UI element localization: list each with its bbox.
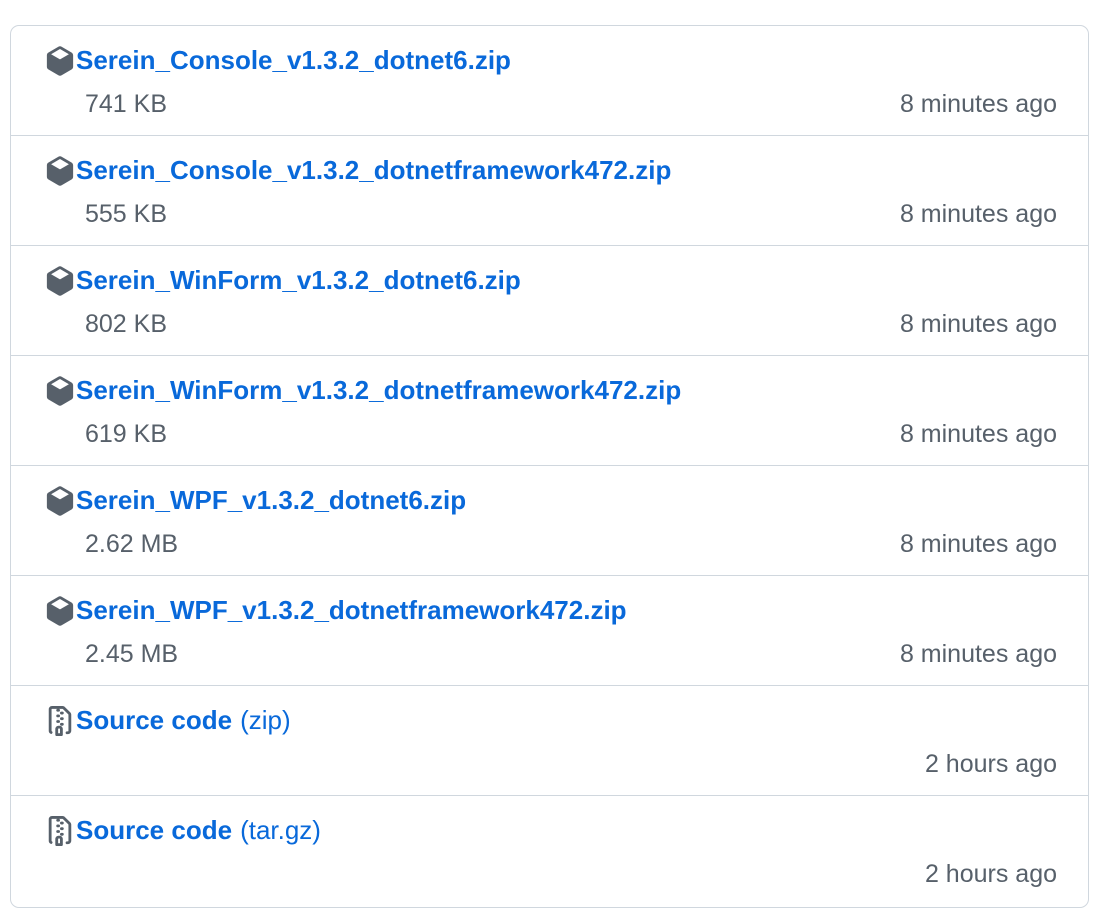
- source-code-zip-link[interactable]: Source code (zip): [45, 705, 291, 736]
- asset-row: Source code (zip) 2 hours ago: [11, 686, 1088, 796]
- asset-name[interactable]: Serein_Console_v1.3.2_dotnet6.zip: [76, 45, 511, 76]
- asset-name[interactable]: Serein_WinForm_v1.3.2_dotnetframework472…: [76, 375, 681, 406]
- asset-name[interactable]: Serein_WinForm_v1.3.2_dotnet6.zip: [76, 265, 521, 296]
- asset-row: Serein_WPF_v1.3.2_dotnetframework472.zip…: [11, 576, 1088, 686]
- asset-time: 8 minutes ago: [899, 640, 1057, 668]
- source-code-tar-link[interactable]: Source code (tar.gz): [45, 815, 321, 846]
- asset-download-link[interactable]: Serein_Console_v1.3.2_dotnet6.zip: [45, 45, 511, 76]
- asset-time: 8 minutes ago: [899, 420, 1057, 448]
- asset-time: 8 minutes ago: [899, 310, 1057, 338]
- asset-download-link[interactable]: Serein_WPF_v1.3.2_dotnetframework472.zip: [45, 595, 627, 626]
- asset-download-link[interactable]: Serein_WinForm_v1.3.2_dotnet6.zip: [45, 265, 521, 296]
- package-icon: [45, 595, 75, 626]
- file-zip-icon: [45, 815, 75, 846]
- asset-row: Serein_Console_v1.3.2_dotnetframework472…: [11, 136, 1088, 246]
- asset-name[interactable]: Serein_WPF_v1.3.2_dotnetframework472.zip: [76, 595, 627, 626]
- asset-download-link[interactable]: Serein_WinForm_v1.3.2_dotnetframework472…: [45, 375, 681, 406]
- file-zip-icon: [45, 705, 75, 736]
- asset-format[interactable]: (zip): [240, 705, 291, 736]
- package-icon: [45, 155, 75, 186]
- asset-row: Serein_WPF_v1.3.2_dotnet6.zip 2.62 MB 8 …: [11, 466, 1088, 576]
- package-icon: [45, 45, 75, 76]
- asset-size: 555 KB: [85, 200, 168, 228]
- asset-size: 2.62 MB: [85, 530, 179, 558]
- asset-name[interactable]: Source code: [76, 815, 232, 846]
- asset-size: 2.45 MB: [85, 640, 179, 668]
- package-icon: [45, 265, 75, 296]
- asset-size: 802 KB: [85, 310, 168, 338]
- asset-download-link[interactable]: Serein_WPF_v1.3.2_dotnet6.zip: [45, 485, 466, 516]
- asset-name[interactable]: Serein_Console_v1.3.2_dotnetframework472…: [76, 155, 671, 186]
- asset-time: 8 minutes ago: [899, 530, 1057, 558]
- asset-time: 8 minutes ago: [899, 200, 1057, 228]
- asset-format[interactable]: (tar.gz): [240, 815, 321, 846]
- asset-row: Serein_WinForm_v1.3.2_dotnet6.zip 802 KB…: [11, 246, 1088, 356]
- asset-row: Source code (tar.gz) 2 hours ago: [11, 796, 1088, 906]
- asset-time: 2 hours ago: [924, 860, 1057, 888]
- package-icon: [45, 375, 75, 406]
- asset-size: 619 KB: [85, 420, 168, 448]
- asset-time: 8 minutes ago: [899, 90, 1057, 118]
- asset-row: Serein_WinForm_v1.3.2_dotnetframework472…: [11, 356, 1088, 466]
- package-icon: [45, 485, 75, 516]
- asset-name[interactable]: Source code: [76, 705, 232, 736]
- asset-download-link[interactable]: Serein_Console_v1.3.2_dotnetframework472…: [45, 155, 671, 186]
- release-assets-list: Serein_Console_v1.3.2_dotnet6.zip 741 KB…: [10, 25, 1089, 908]
- asset-row: Serein_Console_v1.3.2_dotnet6.zip 741 KB…: [11, 26, 1088, 136]
- asset-time: 2 hours ago: [924, 750, 1057, 778]
- asset-size: 741 KB: [85, 90, 168, 118]
- asset-name[interactable]: Serein_WPF_v1.3.2_dotnet6.zip: [76, 485, 466, 516]
